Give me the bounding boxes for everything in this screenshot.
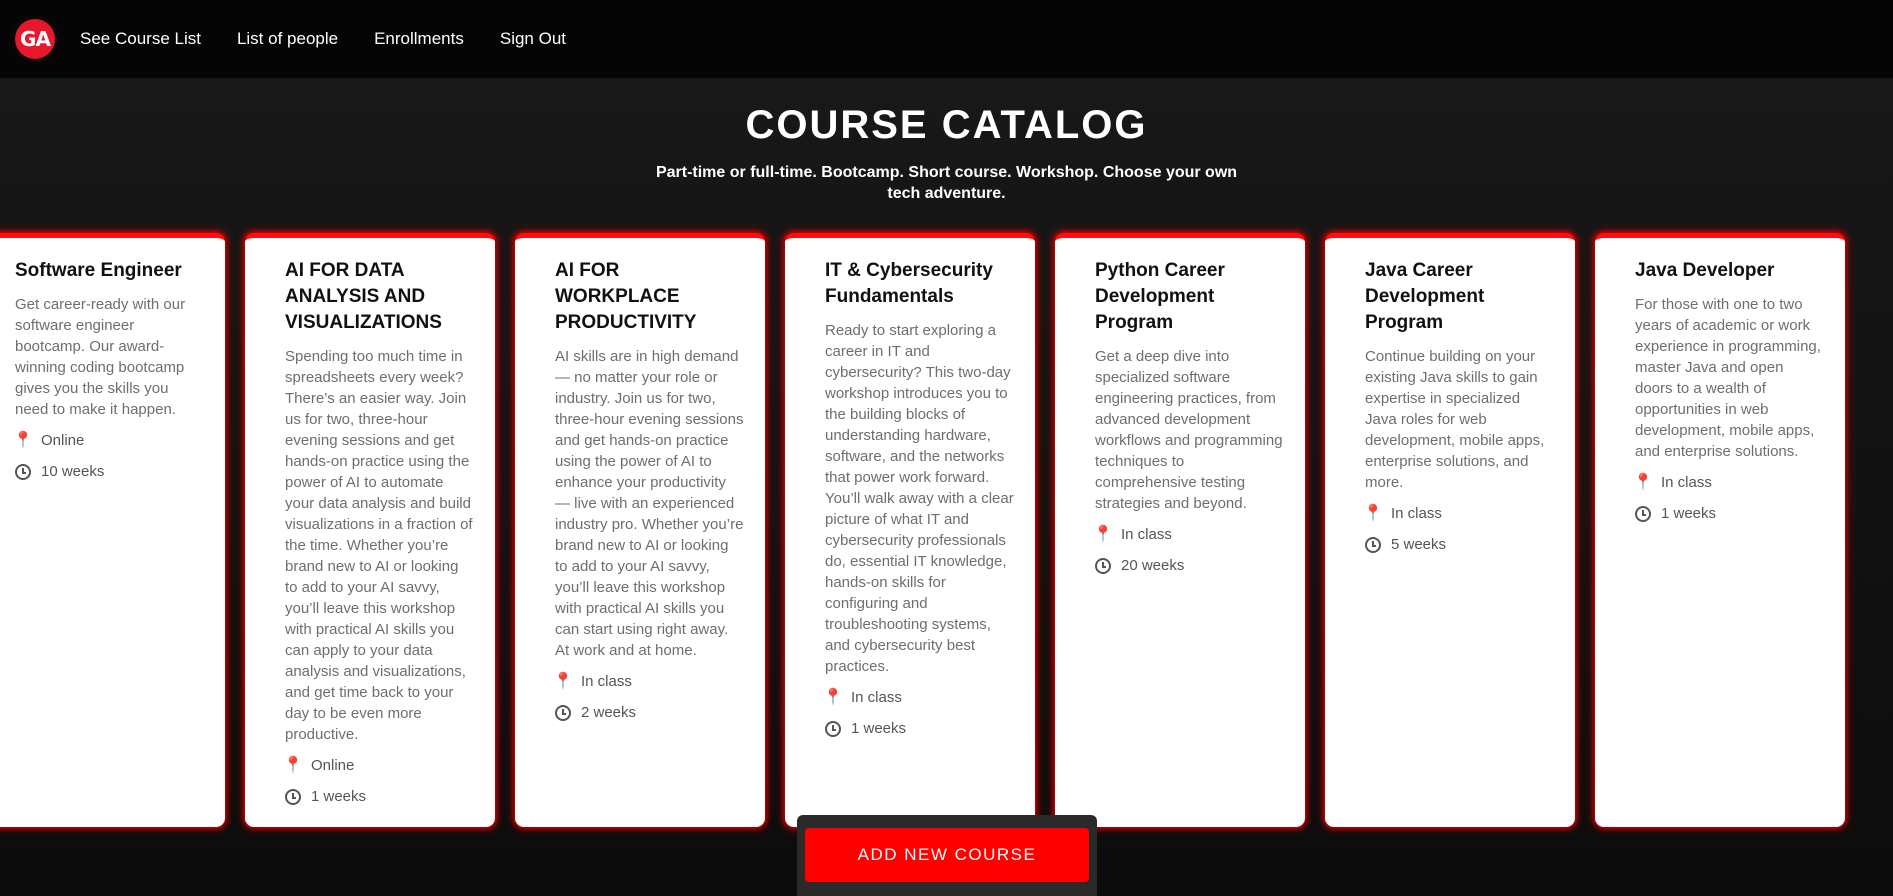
add-new-course-button[interactable]: ADD NEW COURSE xyxy=(805,828,1089,882)
course-title: AI FOR WORKPLACE PRODUCTIVITY xyxy=(555,260,697,333)
course-description: Ready to start exploring a career in IT … xyxy=(825,322,1014,675)
course-format: 📍 In class xyxy=(553,671,745,692)
pin-icon: 📍 xyxy=(1363,505,1383,522)
clock-icon xyxy=(825,720,841,737)
course-title: Java Developer xyxy=(1635,260,1775,281)
nav-sign-out[interactable]: Sign Out xyxy=(500,29,566,49)
course-format-label: Online xyxy=(311,757,355,774)
course-format-label: Online xyxy=(41,432,85,449)
course-duration: 2 weeks xyxy=(555,702,745,723)
pin-icon: 📍 xyxy=(13,432,33,449)
course-duration: 20 weeks xyxy=(1095,555,1285,576)
ga-logo[interactable]: GA xyxy=(12,16,58,62)
course-format-label: In class xyxy=(1391,505,1442,522)
course-format: 📍 In class xyxy=(823,687,1015,708)
add-course-panel: ADD NEW COURSE xyxy=(797,815,1097,896)
main-content: COURSE CATALOG Part-time or full-time. B… xyxy=(0,79,1893,896)
course-card[interactable]: IT & Cybersecurity Fundamentals Ready to… xyxy=(785,233,1035,827)
course-duration-label: 2 weeks xyxy=(581,704,637,721)
course-duration-label: 1 weeks xyxy=(851,720,907,737)
course-title: AI FOR DATA ANALYSIS AND VISUALIZATIONS xyxy=(285,260,442,333)
clock-icon xyxy=(285,788,301,805)
course-duration-label: 1 weeks xyxy=(311,788,367,805)
nav-see-course-list[interactable]: See Course List xyxy=(80,29,201,49)
clock-icon xyxy=(15,463,31,480)
course-duration: 1 weeks xyxy=(285,786,475,807)
course-format: 📍 In class xyxy=(1093,524,1285,545)
course-description: Get a deep dive into specialized softwar… xyxy=(1095,348,1283,512)
page-subtitle: Part-time or full-time. Bootcamp. Short … xyxy=(655,164,1238,202)
course-card[interactable]: Java Developer For those with one to two… xyxy=(1595,233,1845,827)
course-title: Java Career Development Program xyxy=(1365,260,1485,333)
course-description: Get career-ready with our software engin… xyxy=(15,296,186,418)
clock-icon xyxy=(1635,505,1651,522)
course-card[interactable]: AI FOR WORKPLACE PRODUCTIVITY AI skills … xyxy=(515,233,765,827)
clock-icon xyxy=(1365,536,1381,553)
page-title: COURSE CATALOG xyxy=(745,103,1148,147)
course-title: IT & Cybersecurity Fundamentals xyxy=(825,260,993,307)
course-description: Continue building on your existing Java … xyxy=(1365,348,1545,491)
pin-icon: 📍 xyxy=(1633,474,1653,491)
course-title: Software Engineer xyxy=(15,260,182,281)
course-card[interactable]: Python Career Development Program Get a … xyxy=(1055,233,1305,827)
course-duration: 1 weeks xyxy=(1635,503,1825,524)
course-title: Python Career Development Program xyxy=(1095,260,1225,333)
pin-icon: 📍 xyxy=(283,757,303,774)
course-duration-label: 10 weeks xyxy=(41,463,105,480)
course-format-label: In class xyxy=(581,673,632,690)
pin-icon: 📍 xyxy=(553,673,573,690)
course-format: 📍 In class xyxy=(1633,472,1825,493)
course-description: AI skills are in high demand — no matter… xyxy=(555,348,744,659)
course-duration-label: 5 weeks xyxy=(1391,536,1447,553)
top-navbar: GA See Course List List of people Enroll… xyxy=(0,0,1893,79)
course-format-label: In class xyxy=(1661,474,1712,491)
pin-icon: 📍 xyxy=(1093,526,1113,543)
course-card[interactable]: Software Engineer Get career-ready with … xyxy=(0,233,225,827)
course-duration: 1 weeks xyxy=(825,718,1015,739)
course-duration-label: 20 weeks xyxy=(1121,557,1185,574)
course-card[interactable]: AI FOR DATA ANALYSIS AND VISUALIZATIONS … xyxy=(245,233,495,827)
course-format: 📍 Online xyxy=(283,755,475,776)
pin-icon: 📍 xyxy=(823,689,843,706)
course-format: 📍 In class xyxy=(1363,503,1555,524)
course-description: For those with one to two years of acade… xyxy=(1635,296,1821,460)
course-format-label: In class xyxy=(1121,526,1172,543)
nav-list-of-people[interactable]: List of people xyxy=(237,29,338,49)
course-card[interactable]: Java Career Development Program Continue… xyxy=(1325,233,1575,827)
course-card-list: Software Engineer Get career-ready with … xyxy=(0,233,1845,827)
course-duration: 5 weeks xyxy=(1365,534,1555,555)
course-duration-label: 1 weeks xyxy=(1661,505,1717,522)
clock-icon xyxy=(555,704,571,721)
course-duration: 10 weeks xyxy=(15,461,205,482)
clock-icon xyxy=(1095,557,1111,574)
course-format-label: In class xyxy=(851,689,902,706)
course-description: Spending too much time in spreadsheets e… xyxy=(285,348,473,743)
course-format: 📍 Online xyxy=(13,430,205,451)
nav-enrollments[interactable]: Enrollments xyxy=(374,29,464,49)
